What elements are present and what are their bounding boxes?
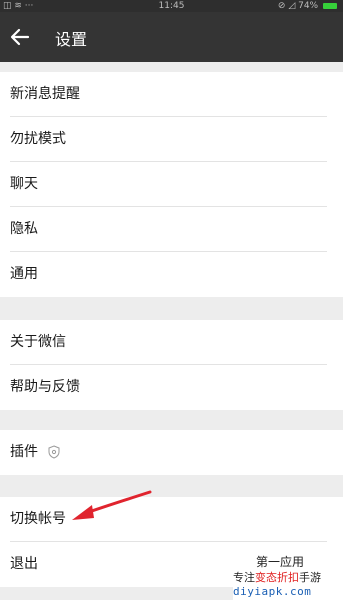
settings-item-label: 新消息提醒	[10, 86, 80, 102]
watermark-slogan: 专注变态折扣手游	[233, 569, 343, 585]
settings-item-label: 隐私	[10, 221, 38, 237]
settings-item-switch-account[interactable]: 切换帐号	[0, 497, 343, 542]
settings-item-label: 通用	[10, 266, 38, 282]
status-right: ⊘ ◿ 74%	[278, 0, 337, 12]
settings-item-plugins[interactable]: 插件	[0, 430, 343, 475]
settings-item-privacy[interactable]: 隐私	[0, 207, 343, 252]
settings-item-label: 退出	[10, 556, 38, 572]
watermark-slogan-c: 手游	[299, 571, 321, 584]
settings-item-label: 帮助与反馈	[10, 379, 80, 395]
settings-item-new-message-alert[interactable]: 新消息提醒	[0, 72, 343, 117]
settings-item-about-wechat[interactable]: 关于微信	[0, 320, 343, 365]
watermark-slogan-b: 变态折扣	[255, 571, 299, 584]
settings-item-do-not-disturb[interactable]: 勿扰模式	[0, 117, 343, 162]
settings-item-label: 切换帐号	[10, 511, 66, 527]
watermark-title: 第一应用	[256, 555, 305, 569]
settings-group-3: 插件	[0, 430, 343, 475]
watermark-slogan-a: 专注	[233, 571, 255, 584]
settings-group-2: 关于微信 帮助与反馈	[0, 320, 343, 410]
battery-icon	[323, 3, 337, 9]
watermark-url: diyiapk.com	[233, 585, 343, 600]
settings-item-label: 聊天	[10, 176, 38, 192]
settings-item-chat[interactable]: 聊天	[0, 162, 343, 207]
settings-item-label: 勿扰模式	[10, 131, 66, 147]
settings-item-help-feedback[interactable]: 帮助与反馈	[0, 365, 343, 410]
plugin-shield-icon	[48, 445, 60, 459]
settings-item-label: 插件	[10, 444, 38, 460]
settings-item-general[interactable]: 通用	[0, 252, 343, 297]
status-bar: ◫ ≋ ··· 11:45 ⊘ ◿ 74%	[0, 0, 343, 12]
status-right-text: ⊘ ◿ 74%	[277, 1, 319, 11]
title-bar: 设置	[0, 12, 343, 62]
page-title: 设置	[55, 30, 88, 49]
settings-item-label: 关于微信	[10, 334, 66, 350]
settings-group-1: 新消息提醒 勿扰模式 聊天 隐私 通用	[0, 72, 343, 297]
back-arrow-icon[interactable]	[8, 25, 32, 49]
